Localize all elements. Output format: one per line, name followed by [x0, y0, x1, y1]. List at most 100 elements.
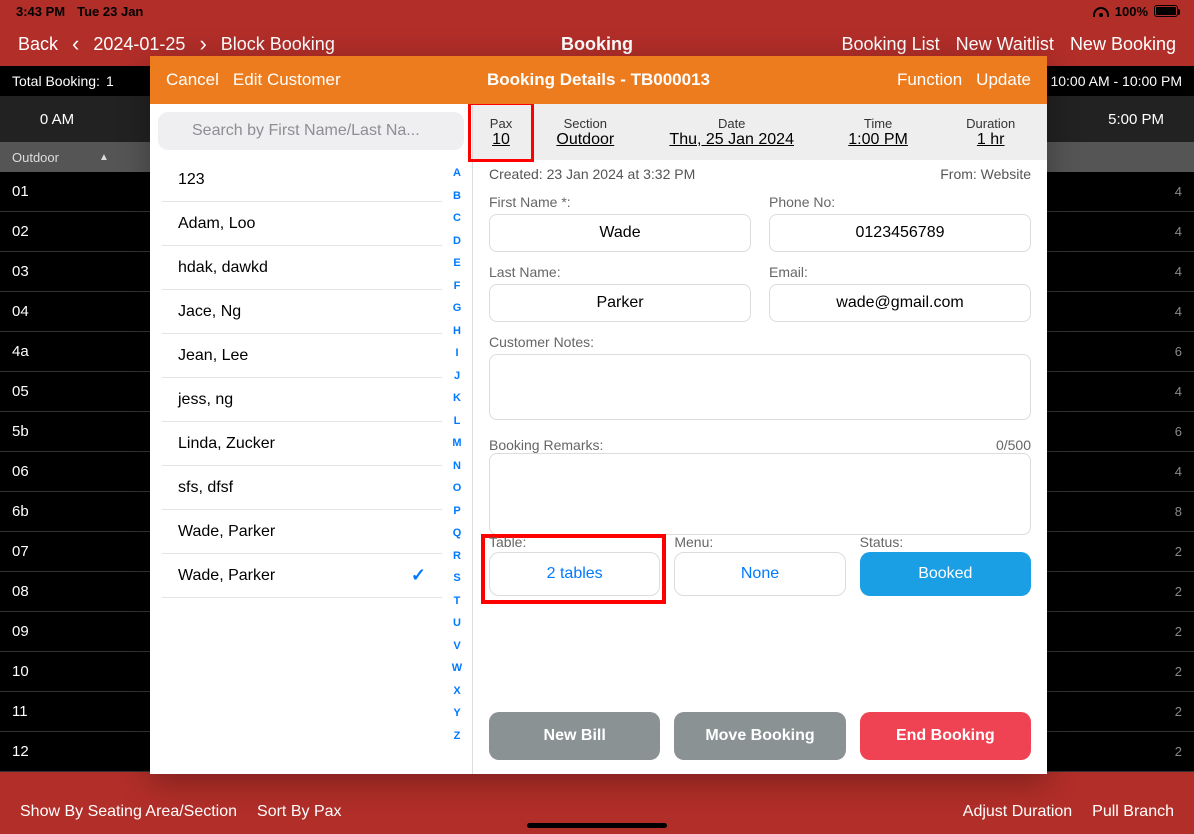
alpha-letter[interactable]: D — [453, 230, 461, 253]
remarks-label: Booking Remarks: — [489, 437, 603, 453]
booking-list-button[interactable]: Booking List — [842, 34, 940, 55]
battery-percent: 100% — [1115, 4, 1148, 19]
alpha-index[interactable]: ABCDEFGHIJKLMNOPQRSTUVWXYZ — [446, 162, 468, 747]
update-button[interactable]: Update — [976, 70, 1031, 90]
move-booking-button[interactable]: Move Booking — [674, 712, 845, 760]
alpha-letter[interactable]: P — [453, 500, 460, 523]
summary-duration[interactable]: Duration 1 hr — [934, 104, 1047, 160]
alpha-letter[interactable]: I — [455, 342, 458, 365]
time-header-5pm: 5:00 PM — [1108, 111, 1194, 128]
list-item[interactable]: Jace, Ng — [162, 290, 442, 334]
list-item[interactable]: Adam, Loo — [162, 202, 442, 246]
table-name: 07 — [12, 543, 29, 560]
alpha-letter[interactable]: A — [453, 162, 461, 185]
summary-pax[interactable]: Pax 10 — [473, 104, 529, 160]
alpha-letter[interactable]: Z — [454, 725, 461, 748]
list-item[interactable]: sfs, dfsf — [162, 466, 442, 510]
contact-name: Adam, Loo — [178, 215, 255, 233]
alpha-letter[interactable]: F — [454, 275, 461, 298]
contact-name: 123 — [178, 171, 205, 189]
sort-by-pax-button[interactable]: Sort By Pax — [257, 803, 341, 821]
last-name-field[interactable] — [489, 284, 751, 322]
phone-field[interactable] — [769, 214, 1031, 252]
alpha-letter[interactable]: H — [453, 320, 461, 343]
list-item[interactable]: jess, ng — [162, 378, 442, 422]
table-name: 06 — [12, 463, 29, 480]
status-button[interactable]: Booked — [860, 552, 1031, 596]
show-by-section-button[interactable]: Show By Seating Area/Section — [20, 803, 237, 821]
new-bill-button[interactable]: New Bill — [489, 712, 660, 760]
alpha-letter[interactable]: Y — [453, 702, 460, 725]
alpha-letter[interactable]: L — [454, 410, 461, 433]
new-waitlist-button[interactable]: New Waitlist — [956, 34, 1054, 55]
alpha-letter[interactable]: T — [454, 590, 461, 613]
table-name: 03 — [12, 263, 29, 280]
alpha-letter[interactable]: B — [453, 185, 461, 208]
table-pax: 2 — [1175, 704, 1182, 719]
first-name-field[interactable] — [489, 214, 751, 252]
list-item[interactable]: Wade, Parker✓ — [162, 554, 442, 598]
contact-list[interactable]: 123 Adam, Loo hdak, dawkdJace, Ng Jean, Lee… — [150, 158, 472, 774]
contact-name: Linda, Zucker — [178, 435, 275, 453]
alpha-letter[interactable]: N — [453, 455, 461, 478]
list-item[interactable]: Linda, Zucker — [162, 422, 442, 466]
alpha-letter[interactable]: U — [453, 612, 461, 635]
list-item[interactable]: 123 — [162, 158, 442, 202]
alpha-letter[interactable]: M — [452, 432, 461, 455]
booking-form-panel: Pax 10 Section Outdoor Date Thu, 25 Jan … — [472, 104, 1047, 774]
alpha-letter[interactable]: W — [452, 657, 462, 680]
menu-button[interactable]: None — [674, 552, 845, 596]
alpha-letter[interactable]: C — [453, 207, 461, 230]
table-button[interactable]: 2 tables — [489, 552, 660, 596]
end-booking-button[interactable]: End Booking — [860, 712, 1031, 760]
summary-section[interactable]: Section Outdoor — [529, 104, 642, 160]
notes-label: Customer Notes: — [489, 334, 1031, 350]
table-pax: 4 — [1175, 264, 1182, 279]
pull-branch-button[interactable]: Pull Branch — [1092, 803, 1174, 821]
modal-header: Cancel Edit Customer Booking Details - T… — [150, 56, 1047, 104]
table-pax: 4 — [1175, 384, 1182, 399]
summary-time[interactable]: Time 1:00 PM — [822, 104, 935, 160]
table-pax: 4 — [1175, 464, 1182, 479]
status-label: Status: — [860, 534, 904, 550]
table-pax: 6 — [1175, 424, 1182, 439]
alpha-letter[interactable]: E — [453, 252, 460, 275]
chevron-left-icon[interactable]: ‹ — [72, 31, 79, 57]
edit-customer-button[interactable]: Edit Customer — [233, 70, 341, 90]
alpha-letter[interactable]: K — [453, 387, 461, 410]
alpha-letter[interactable]: V — [453, 635, 460, 658]
alpha-letter[interactable]: J — [454, 365, 460, 388]
list-item[interactable]: Jean, Lee — [162, 334, 442, 378]
list-item[interactable]: hdak, dawkd — [162, 246, 442, 290]
contact-name: sfs, dfsf — [178, 479, 233, 497]
summary-date[interactable]: Date Thu, 25 Jan 2024 — [642, 104, 822, 160]
nav-date[interactable]: 2024-01-25 — [93, 34, 185, 55]
alpha-letter[interactable]: X — [453, 680, 460, 703]
alpha-letter[interactable]: S — [453, 567, 460, 590]
alpha-letter[interactable]: O — [453, 477, 462, 500]
back-button[interactable]: Back — [18, 34, 58, 55]
phone-label: Phone No: — [769, 194, 1031, 210]
booking-remarks-field[interactable] — [489, 453, 1031, 535]
alpha-letter[interactable]: G — [453, 297, 462, 320]
table-name: 08 — [12, 583, 29, 600]
block-booking-button[interactable]: Block Booking — [221, 34, 335, 55]
customer-notes-field[interactable] — [489, 354, 1031, 420]
adjust-duration-button[interactable]: Adjust Duration — [963, 803, 1072, 821]
alpha-letter[interactable]: Q — [453, 522, 462, 545]
first-name-label: First Name *: — [489, 194, 751, 210]
chevron-up-icon: ▲ — [99, 152, 109, 163]
function-button[interactable]: Function — [897, 70, 962, 90]
new-booking-button[interactable]: New Booking — [1070, 34, 1176, 55]
alpha-letter[interactable]: R — [453, 545, 461, 568]
menu-label: Menu: — [674, 534, 713, 550]
meta-row: Created: 23 Jan 2024 at 3:32 PM From: We… — [473, 160, 1047, 188]
cancel-button[interactable]: Cancel — [166, 70, 219, 90]
chevron-right-icon[interactable]: › — [199, 31, 206, 57]
section-name: Outdoor — [12, 150, 59, 165]
search-input[interactable] — [158, 112, 464, 150]
contact-name: jess, ng — [178, 391, 233, 409]
email-field[interactable] — [769, 284, 1031, 322]
contact-name: Jean, Lee — [178, 347, 248, 365]
list-item[interactable]: Wade, Parker — [162, 510, 442, 554]
